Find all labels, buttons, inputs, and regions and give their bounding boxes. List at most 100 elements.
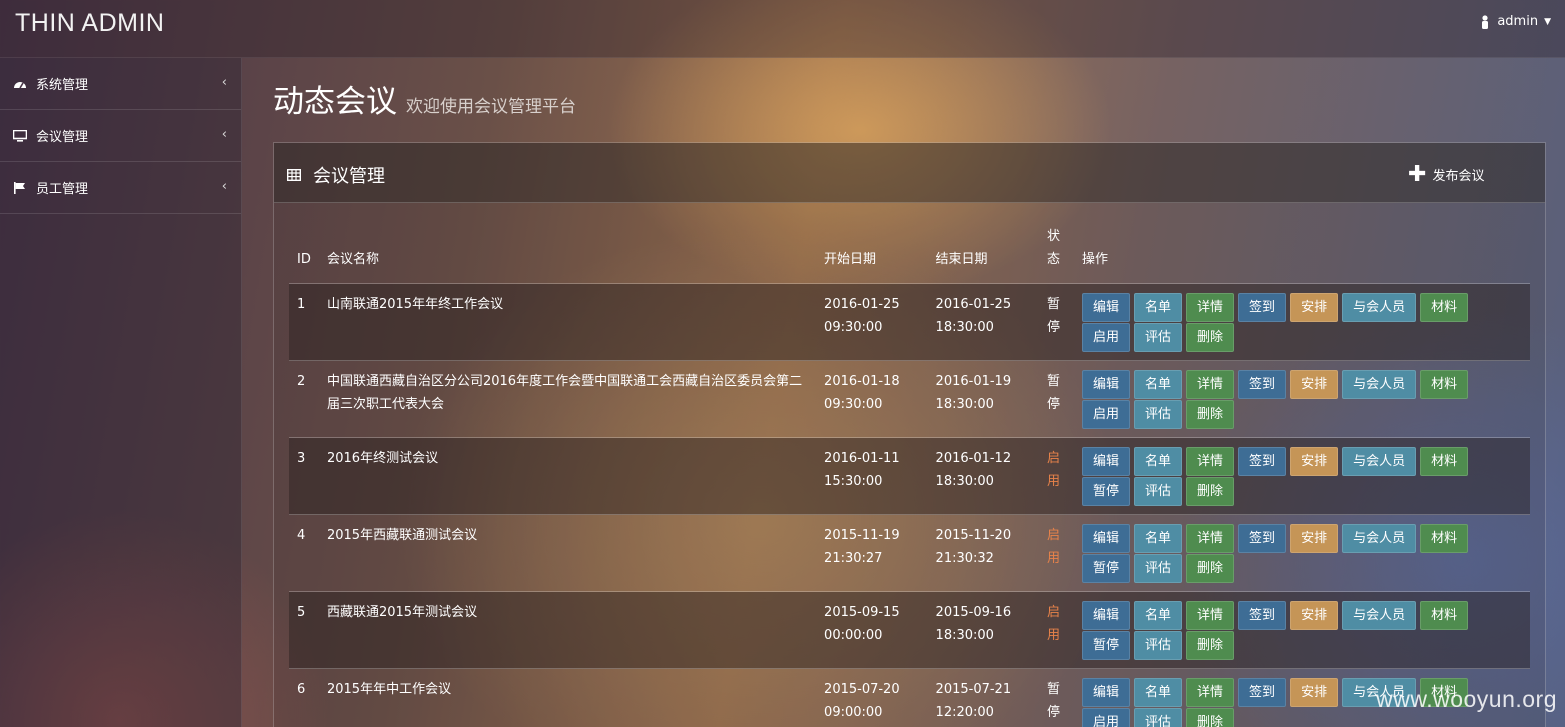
cell-status: 暂停	[1039, 283, 1074, 361]
arrange-button[interactable]: 安排	[1290, 678, 1339, 707]
user-icon	[1482, 14, 1489, 29]
list-button[interactable]: 名单	[1134, 293, 1183, 322]
cell-start: 2015-09-15 00:00:00	[816, 591, 928, 669]
list-button[interactable]: 名单	[1134, 524, 1183, 553]
edit-button[interactable]: 编辑	[1082, 370, 1131, 399]
cell-start: 2016-01-25 09:30:00	[816, 283, 928, 361]
cell-id: 3	[289, 437, 319, 515]
evaluate-button[interactable]: 评估	[1134, 554, 1183, 583]
cell-status: 启用	[1039, 437, 1074, 515]
edit-button[interactable]: 编辑	[1082, 524, 1131, 553]
detail-button[interactable]: 详情	[1186, 293, 1235, 322]
table-row: 4 2015年西藏联通测试会议 2015-11-19 21:30:27 2015-11…	[289, 514, 1530, 592]
brand-logo[interactable]: THIN ADMIN	[15, 9, 164, 38]
user-menu[interactable]: admin ▼	[1479, 14, 1551, 29]
cell-status: 暂停	[1039, 360, 1074, 438]
evaluate-button[interactable]: 评估	[1134, 323, 1183, 352]
material-button[interactable]: 材料	[1420, 370, 1469, 399]
attendees-button[interactable]: 与会人员	[1342, 370, 1417, 399]
publish-meeting-label: 发布会议	[1432, 169, 1485, 184]
attendees-button[interactable]: 与会人员	[1342, 524, 1417, 553]
evaluate-button[interactable]: 评估	[1134, 400, 1183, 429]
sidebar-item-meeting[interactable]: 会议管理 ‹	[0, 110, 241, 162]
material-button[interactable]: 材料	[1420, 601, 1469, 630]
cell-id: 5	[289, 591, 319, 669]
delete-button[interactable]: 删除	[1186, 477, 1235, 506]
signin-button[interactable]: 签到	[1238, 678, 1287, 707]
material-button[interactable]: 材料	[1420, 524, 1469, 553]
toggle-status-button[interactable]: 启用	[1082, 708, 1131, 727]
sidebar-item-staff[interactable]: 员工管理 ‹	[0, 162, 241, 214]
row-actions: 编辑 名单 详情 签到 安排 与会人员 材料暂停 评估 删除	[1082, 524, 1522, 584]
column-header-id: ID	[297, 252, 311, 267]
flag-icon	[14, 181, 25, 194]
sidebar-item-label: 会议管理	[36, 130, 89, 145]
arrange-button[interactable]: 安排	[1290, 524, 1339, 553]
material-button[interactable]: 材料	[1420, 293, 1469, 322]
edit-button[interactable]: 编辑	[1082, 601, 1131, 630]
cell-end: 2015-09-16 18:30:00	[927, 591, 1040, 669]
toggle-status-button[interactable]: 暂停	[1082, 477, 1131, 506]
delete-button[interactable]: 删除	[1186, 554, 1235, 583]
toggle-status-button[interactable]: 暂停	[1082, 554, 1131, 583]
list-button[interactable]: 名单	[1134, 447, 1183, 476]
arrange-button[interactable]: 安排	[1290, 447, 1339, 476]
signin-button[interactable]: 签到	[1238, 601, 1287, 630]
cell-ops: 编辑 名单 详情 签到 安排 与会人员 材料暂停 评估 删除	[1074, 437, 1530, 515]
detail-button[interactable]: 详情	[1186, 370, 1235, 399]
chevron-left-icon: ‹	[221, 75, 227, 90]
cell-end: 2016-01-12 18:30:00	[927, 437, 1040, 515]
top-navbar: THIN ADMIN admin ▼	[0, 0, 1565, 58]
detail-button[interactable]: 详情	[1186, 601, 1235, 630]
sidebar-item-label: 系统管理	[36, 78, 89, 93]
evaluate-button[interactable]: 评估	[1134, 631, 1183, 660]
table-row: 3 2016年终测试会议 2016-01-11 15:30:00 2016-01-12…	[289, 437, 1530, 515]
list-button[interactable]: 名单	[1134, 370, 1183, 399]
cell-name: 2015年西藏联通测试会议	[318, 514, 817, 592]
cell-status: 启用	[1039, 514, 1074, 592]
delete-button[interactable]: 删除	[1186, 400, 1235, 429]
edit-button[interactable]: 编辑	[1082, 447, 1131, 476]
toggle-status-button[interactable]: 暂停	[1082, 631, 1131, 660]
toggle-status-button[interactable]: 启用	[1082, 400, 1131, 429]
arrange-button[interactable]: 安排	[1290, 293, 1339, 322]
delete-button[interactable]: 删除	[1186, 708, 1235, 727]
evaluate-button[interactable]: 评估	[1134, 708, 1183, 727]
attendees-button[interactable]: 与会人员	[1342, 601, 1417, 630]
signin-button[interactable]: 签到	[1238, 293, 1287, 322]
column-header-start: 开始日期	[824, 252, 877, 267]
delete-button[interactable]: 删除	[1186, 631, 1235, 660]
table-header-row: ID 会议名称 开始日期 结束日期 状态 操作	[289, 225, 1530, 284]
cell-start: 2016-01-11 15:30:00	[816, 437, 928, 515]
material-button[interactable]: 材料	[1420, 447, 1469, 476]
arrange-button[interactable]: 安排	[1290, 370, 1339, 399]
cell-start: 2015-11-19 21:30:27	[816, 514, 928, 592]
table-row: 2 中国联通西藏自治区分公司2016年度工作会暨中国联通工会西藏自治区委员会第二届…	[289, 360, 1530, 438]
list-button[interactable]: 名单	[1134, 601, 1183, 630]
list-button[interactable]: 名单	[1134, 678, 1183, 707]
detail-button[interactable]: 详情	[1186, 678, 1235, 707]
cell-name: 中国联通西藏自治区分公司2016年度工作会暨中国联通工会西藏自治区委员会第二届三…	[318, 360, 817, 438]
evaluate-button[interactable]: 评估	[1134, 477, 1183, 506]
sidebar: 系统管理 ‹ 会议管理 ‹ 员工管理 ‹	[0, 58, 242, 727]
publish-meeting-button[interactable]: ✚ 发布会议	[1408, 161, 1485, 187]
page-subtitle: 欢迎使用会议管理平台	[406, 97, 576, 117]
page-header: 动态会议 欢迎使用会议管理平台	[273, 76, 576, 121]
signin-button[interactable]: 签到	[1238, 524, 1287, 553]
arrange-button[interactable]: 安排	[1290, 601, 1339, 630]
row-actions: 编辑 名单 详情 签到 安排 与会人员 材料启用 评估 删除	[1082, 370, 1522, 430]
signin-button[interactable]: 签到	[1238, 447, 1287, 476]
sidebar-item-system[interactable]: 系统管理 ‹	[0, 58, 241, 110]
detail-button[interactable]: 详情	[1186, 524, 1235, 553]
attendees-button[interactable]: 与会人员	[1342, 447, 1417, 476]
cell-id: 2	[289, 360, 319, 438]
plus-icon: ✚	[1408, 161, 1427, 187]
delete-button[interactable]: 删除	[1186, 323, 1235, 352]
edit-button[interactable]: 编辑	[1082, 678, 1131, 707]
signin-button[interactable]: 签到	[1238, 370, 1287, 399]
toggle-status-button[interactable]: 启用	[1082, 323, 1131, 352]
detail-button[interactable]: 详情	[1186, 447, 1235, 476]
panel-title-wrap: 会议管理	[287, 162, 385, 188]
edit-button[interactable]: 编辑	[1082, 293, 1131, 322]
attendees-button[interactable]: 与会人员	[1342, 293, 1417, 322]
